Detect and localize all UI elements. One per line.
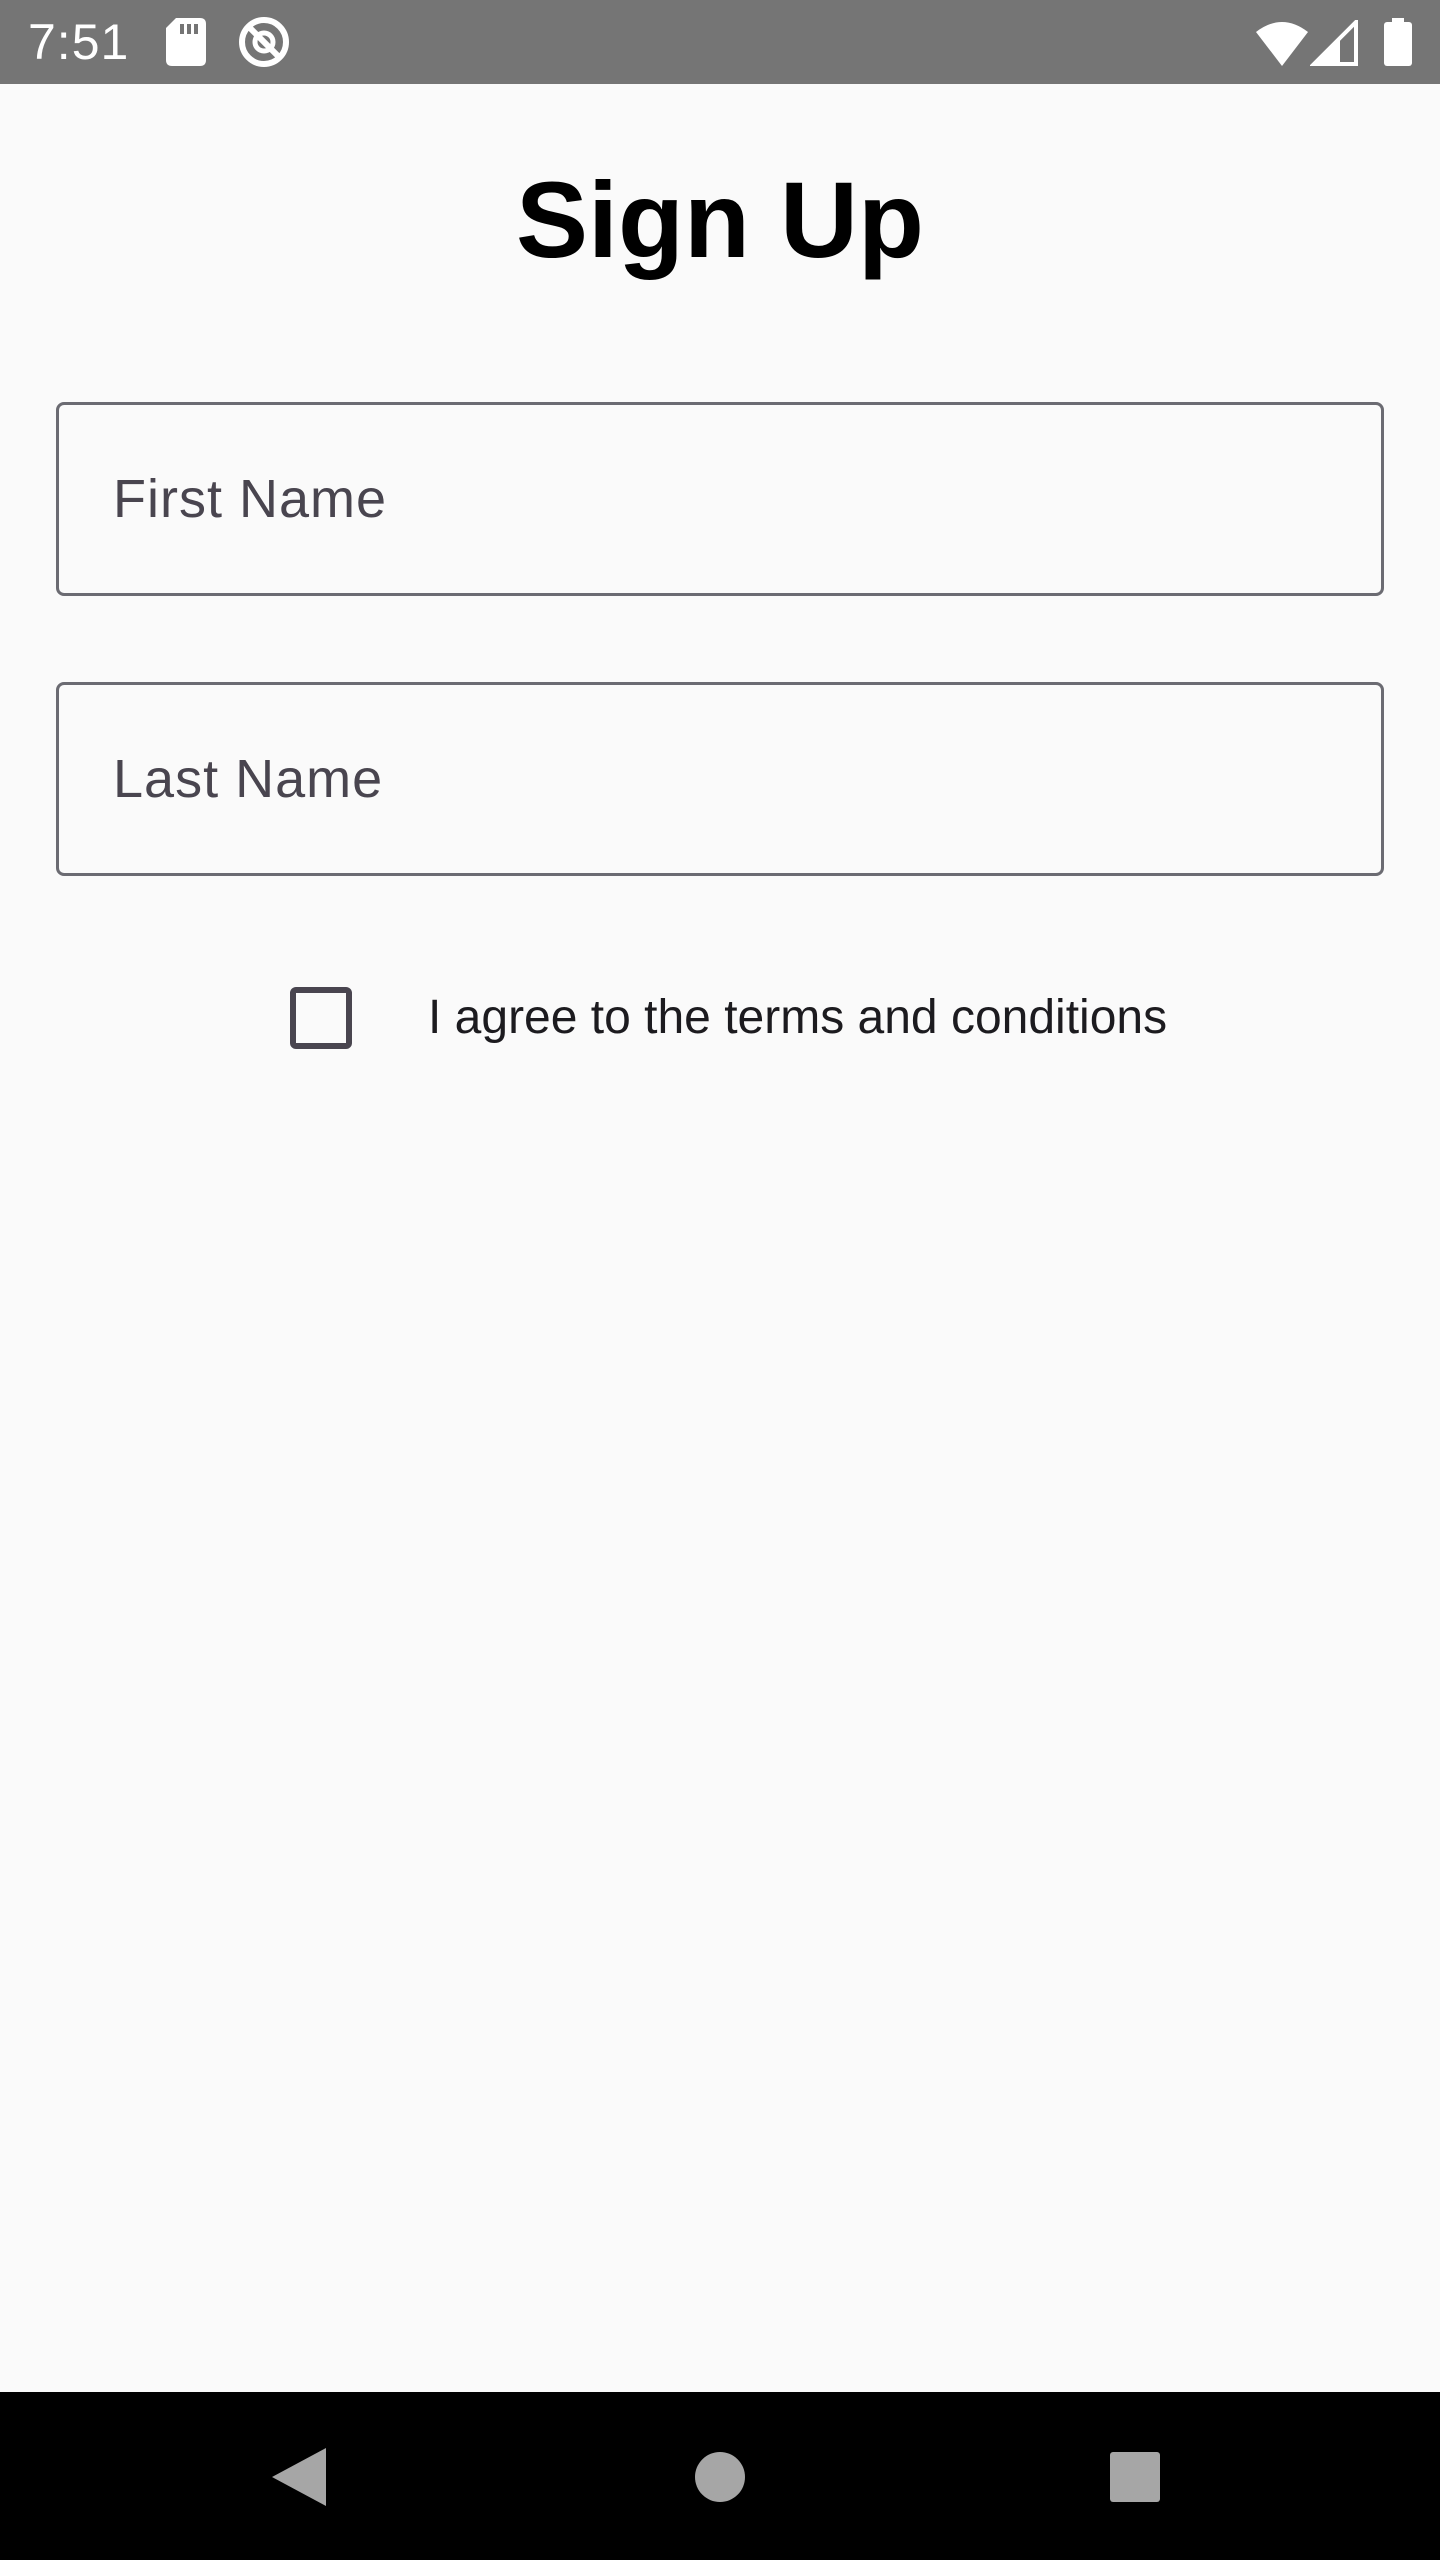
status-bar: 7:51 xyxy=(0,0,1440,84)
sd-card-icon xyxy=(166,18,206,66)
first-name-field[interactable] xyxy=(56,402,1384,596)
status-time: 7:51 xyxy=(28,14,130,70)
sync-disabled-icon xyxy=(239,17,289,67)
cell-signal-icon xyxy=(1310,20,1358,66)
home-icon[interactable] xyxy=(675,2432,765,2522)
last-name-field[interactable] xyxy=(56,682,1384,876)
terms-checkbox-label[interactable]: I agree to the terms and conditions xyxy=(428,988,1167,1048)
navigation-bar xyxy=(0,2392,1440,2560)
battery-icon xyxy=(1384,18,1412,66)
terms-checkbox-row[interactable]: I agree to the terms and conditions xyxy=(290,982,1167,1054)
recents-icon[interactable] xyxy=(1090,2432,1180,2522)
page-title: Sign Up xyxy=(516,159,924,280)
terms-checkbox[interactable] xyxy=(290,987,352,1049)
wifi-icon xyxy=(1256,22,1308,66)
back-icon[interactable] xyxy=(256,2432,346,2522)
sign-up-screen: 7:51 Sign Up I agree t xyxy=(0,0,1440,2560)
